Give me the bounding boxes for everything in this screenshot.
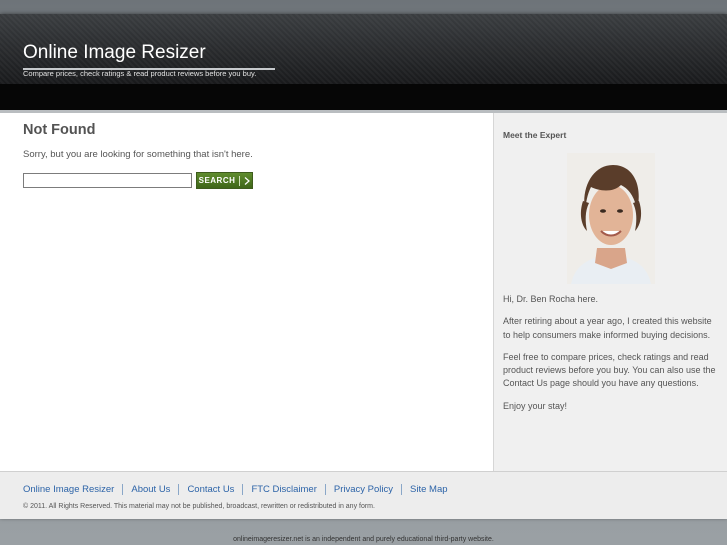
site-tagline: Compare prices, check ratings & read pro… <box>23 69 257 78</box>
button-separator <box>239 175 241 186</box>
copyright-text: © 2011. All Rights Reserved. This materi… <box>23 503 375 510</box>
footer-link-home[interactable]: Online Image Resizer <box>23 484 114 495</box>
link-divider <box>122 484 124 495</box>
header-band <box>0 84 727 110</box>
page-container: Online Image Resizer Compare prices, che… <box>0 14 727 519</box>
not-found-message: Sorry, but you are looking for something… <box>23 149 253 160</box>
disclaimer-note: onlineimageresizer.net is an independent… <box>233 536 494 543</box>
page-title: Not Found <box>23 122 96 138</box>
search-button[interactable]: SEARCH <box>196 172 253 189</box>
link-divider <box>178 484 180 495</box>
search-input[interactable] <box>23 173 192 188</box>
site-title[interactable]: Online Image Resizer <box>23 42 275 70</box>
sidebar: Meet the Expert Hi, Dr. Ben Rocha here. … <box>493 113 727 471</box>
chevron-right-icon <box>244 176 251 185</box>
sidebar-heading: Meet the Expert <box>503 130 567 140</box>
footer-link-privacy[interactable]: Privacy Policy <box>334 484 393 495</box>
link-divider <box>324 484 326 495</box>
search-button-label: SEARCH <box>198 176 236 185</box>
link-divider <box>401 484 403 495</box>
bio-paragraph: Enjoy your stay! <box>503 400 568 411</box>
footer-link-contact[interactable]: Contact Us <box>187 484 234 495</box>
footer-link-ftc[interactable]: FTC Disclaimer <box>251 484 316 495</box>
site-header: Online Image Resizer Compare prices, che… <box>0 14 727 113</box>
footer-nav: Online Image Resizer About Us Contact Us… <box>23 484 448 495</box>
main-content: Not Found Sorry, but you are looking for… <box>23 122 473 189</box>
bio-paragraph: After retiring about a year ago, I creat… <box>503 316 712 340</box>
site-footer: Online Image Resizer About Us Contact Us… <box>0 471 727 519</box>
footer-link-sitemap[interactable]: Site Map <box>410 484 448 495</box>
bio-paragraph: Feel free to compare prices, check ratin… <box>503 351 716 389</box>
expert-portrait-image <box>567 153 655 284</box>
bio-paragraph: Hi, Dr. Ben Rocha here. <box>503 294 599 304</box>
expert-photo <box>567 153 655 284</box>
expert-bio: Hi, Dr. Ben Rocha here. After retiring a… <box>503 293 721 422</box>
link-divider <box>242 484 244 495</box>
footer-link-about[interactable]: About Us <box>131 484 170 495</box>
